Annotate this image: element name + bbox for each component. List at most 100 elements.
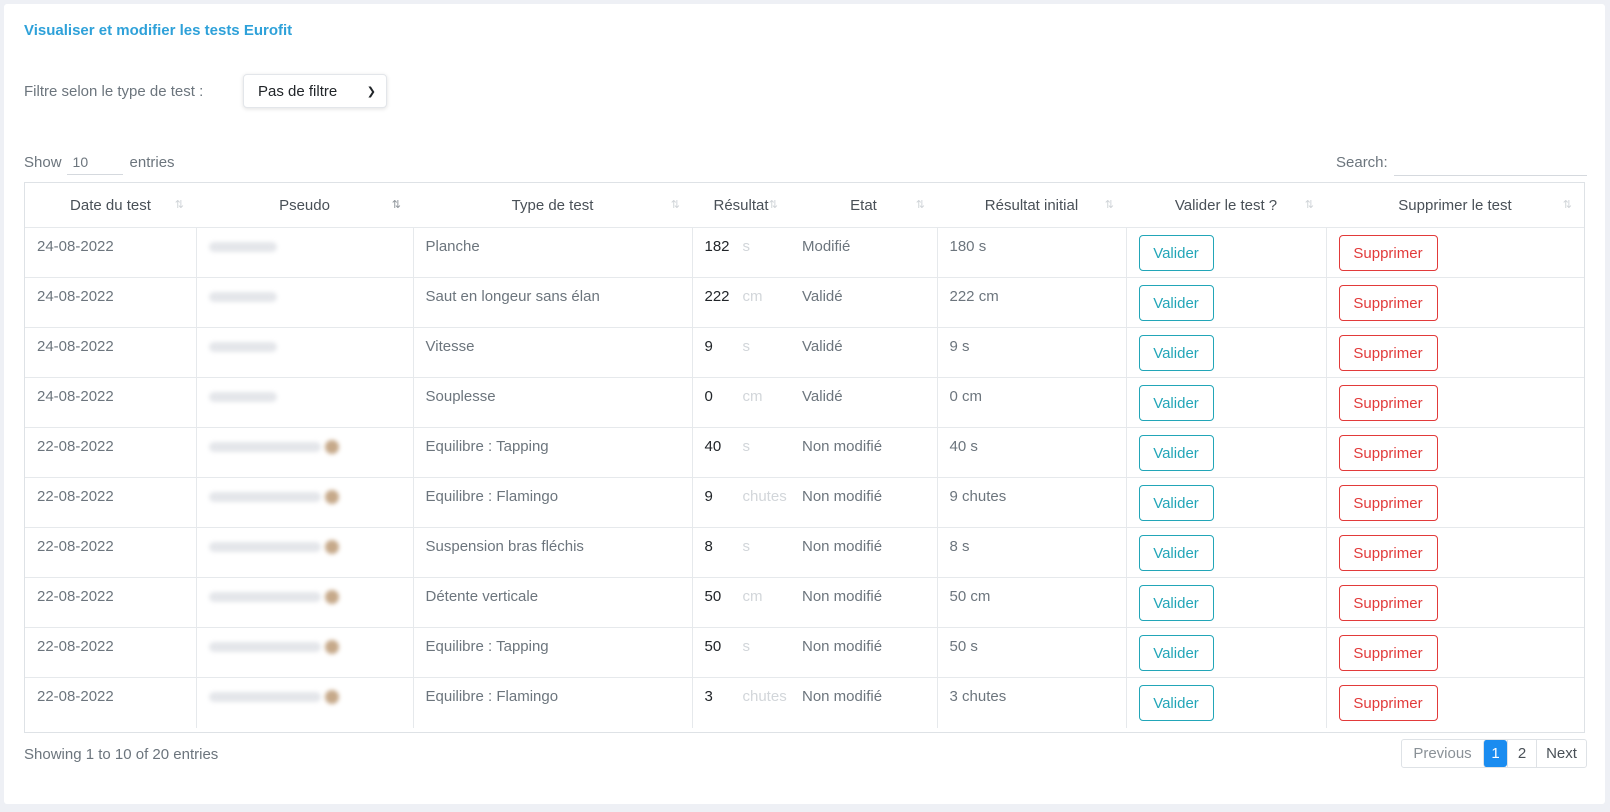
cell-type: Equilibre : Tapping bbox=[412, 427, 692, 478]
entries-length-input[interactable]: 10 bbox=[66, 149, 123, 175]
result-unit: cm bbox=[742, 288, 763, 305]
cell-result[interactable]: 40 s bbox=[691, 427, 790, 478]
pagination-page-2[interactable]: 2 bbox=[1507, 740, 1536, 767]
cell-result[interactable]: 3 chutes bbox=[691, 677, 790, 728]
result-value: 8 bbox=[704, 538, 713, 555]
cell-result[interactable]: 0 cm bbox=[691, 377, 790, 428]
delete-button[interactable]: Supprimer bbox=[1338, 285, 1438, 321]
chevron-down-icon: ❯ bbox=[366, 85, 376, 98]
validate-button[interactable]: Valider bbox=[1138, 585, 1214, 621]
table-row: 22-08-2022 Détente verticale 50 cm Non mo… bbox=[25, 577, 1584, 628]
delete-button[interactable]: Supprimer bbox=[1338, 485, 1438, 521]
table-row: 22-08-2022 Equilibre : Tapping 50 s Non m… bbox=[25, 627, 1584, 678]
result-value: 9 bbox=[704, 488, 713, 505]
col-header-type[interactable]: Type de test ⇅ bbox=[413, 183, 692, 228]
cell-pseudo-redacted bbox=[195, 227, 413, 278]
col-header-state[interactable]: Etat ⇅ bbox=[790, 183, 937, 228]
tests-table-container: Date du test ⇅ Pseudo ⇅ Type de test ⇅ Résu… bbox=[24, 182, 1585, 733]
cell-type: Suspension bras fléchis bbox=[412, 527, 692, 578]
cell-result[interactable]: 222 cm bbox=[691, 277, 790, 328]
cell-initial-result: 9 s bbox=[936, 327, 1126, 378]
cell-result[interactable]: 182 s bbox=[691, 227, 790, 278]
result-unit: s bbox=[742, 438, 751, 455]
cell-result[interactable]: 50 s bbox=[691, 627, 790, 678]
cell-pseudo-redacted bbox=[195, 427, 413, 478]
redacted-pseudo bbox=[208, 542, 321, 552]
entries-label: entries bbox=[129, 153, 175, 171]
table-row: 22-08-2022 Equilibre : Flamingo 9 chutes … bbox=[25, 477, 1584, 528]
table-header-row: Date du test ⇅ Pseudo ⇅ Type de test ⇅ Résu… bbox=[25, 183, 1584, 228]
validate-button[interactable]: Valider bbox=[1138, 235, 1214, 271]
pagination-next-button[interactable]: Next bbox=[1536, 740, 1586, 767]
col-header-label: Type de test bbox=[511, 196, 594, 214]
table-row: 24-08-2022 Vitesse 9s Validé 9 s Valider… bbox=[25, 327, 1584, 378]
cell-validate: Valider bbox=[1125, 577, 1326, 628]
delete-button[interactable]: Supprimer bbox=[1338, 335, 1438, 371]
validate-button[interactable]: Valider bbox=[1138, 485, 1214, 521]
validate-button[interactable]: Valider bbox=[1138, 685, 1214, 721]
validate-button[interactable]: Valider bbox=[1138, 285, 1214, 321]
delete-button[interactable]: Supprimer bbox=[1338, 535, 1438, 571]
cell-validate: Valider bbox=[1125, 227, 1326, 278]
cell-validate: Valider bbox=[1125, 527, 1326, 578]
delete-button[interactable]: Supprimer bbox=[1338, 385, 1438, 421]
validate-button[interactable]: Valider bbox=[1138, 635, 1214, 671]
redacted-pseudo bbox=[208, 642, 321, 652]
validate-button[interactable]: Valider bbox=[1138, 335, 1214, 371]
col-header-pseudo[interactable]: Pseudo ⇅ bbox=[196, 183, 413, 228]
cell-type: Souplesse bbox=[412, 377, 692, 428]
cell-type: Détente verticale bbox=[412, 577, 692, 628]
cell-initial-result: 8 s bbox=[936, 527, 1126, 578]
cell-date: 22-08-2022 bbox=[25, 577, 196, 628]
cell-pseudo-redacted bbox=[195, 277, 413, 328]
cell-date: 22-08-2022 bbox=[25, 627, 196, 678]
validate-button[interactable]: Valider bbox=[1138, 385, 1214, 421]
validate-button[interactable]: Valider bbox=[1138, 535, 1214, 571]
col-header-label: Pseudo bbox=[279, 196, 330, 214]
cell-result[interactable]: 50 cm bbox=[691, 577, 790, 628]
cell-initial-result: 0 cm bbox=[936, 377, 1126, 428]
pagination-previous-button[interactable]: Previous bbox=[1402, 740, 1483, 767]
tests-table: Date du test ⇅ Pseudo ⇅ Type de test ⇅ Résu… bbox=[25, 183, 1584, 728]
pagination-page-1[interactable]: 1 bbox=[1483, 740, 1507, 767]
col-header-date[interactable]: Date du test ⇅ bbox=[25, 183, 196, 228]
sort-icon: ⇅ bbox=[768, 199, 778, 211]
col-header-delete[interactable]: Supprimer le test ⇅ bbox=[1326, 183, 1584, 228]
cell-date: 22-08-2022 bbox=[25, 477, 196, 528]
delete-button[interactable]: Supprimer bbox=[1338, 635, 1438, 671]
table-row: 24-08-2022 Planche 182 s Modifié 180 s Va… bbox=[25, 227, 1584, 278]
col-header-initial-result[interactable]: Résultat initial ⇅ bbox=[937, 183, 1126, 228]
delete-button[interactable]: Supprimer bbox=[1338, 685, 1438, 721]
col-header-result[interactable]: Résultat ⇅ bbox=[692, 183, 790, 228]
result-unit: s bbox=[742, 538, 751, 555]
col-header-validate[interactable]: Valider le test ? ⇅ bbox=[1126, 183, 1326, 228]
redacted-pseudo bbox=[208, 342, 277, 352]
delete-button[interactable]: Supprimer bbox=[1338, 235, 1438, 271]
result-value: 182 bbox=[704, 238, 730, 255]
cell-state: Non modifié bbox=[790, 577, 937, 628]
search-input[interactable] bbox=[1393, 149, 1587, 176]
table-row: 22-08-2022 Suspension bras fléchis 8s No… bbox=[25, 527, 1584, 578]
cell-date: 24-08-2022 bbox=[25, 277, 196, 328]
redacted-pseudo bbox=[208, 292, 277, 302]
cell-initial-result: 222 cm bbox=[936, 277, 1126, 328]
cell-result[interactable]: 8s bbox=[691, 527, 790, 578]
result-unit: cm bbox=[742, 388, 763, 405]
sort-icon: ⇅ bbox=[1562, 199, 1572, 211]
cell-result[interactable]: 9s bbox=[691, 327, 790, 378]
test-type-filter-select[interactable]: Pas de filtre ❯ bbox=[243, 74, 387, 108]
validate-button[interactable]: Valider bbox=[1138, 435, 1214, 471]
cell-result[interactable]: 9 chutes bbox=[691, 477, 790, 528]
delete-button[interactable]: Supprimer bbox=[1338, 585, 1438, 621]
delete-button[interactable]: Supprimer bbox=[1338, 435, 1438, 471]
cell-type: Vitesse bbox=[412, 327, 692, 378]
cell-pseudo-redacted bbox=[195, 327, 413, 378]
redacted-pseudo bbox=[208, 592, 321, 602]
result-unit: s bbox=[742, 638, 751, 655]
result-value: 222 bbox=[704, 288, 730, 305]
entries-length-control: Show 10 entries bbox=[24, 148, 175, 176]
cell-date: 24-08-2022 bbox=[25, 327, 196, 378]
col-header-label: Résultat bbox=[713, 196, 769, 214]
col-header-label: Supprimer le test bbox=[1398, 196, 1512, 214]
cell-date: 22-08-2022 bbox=[25, 427, 196, 478]
